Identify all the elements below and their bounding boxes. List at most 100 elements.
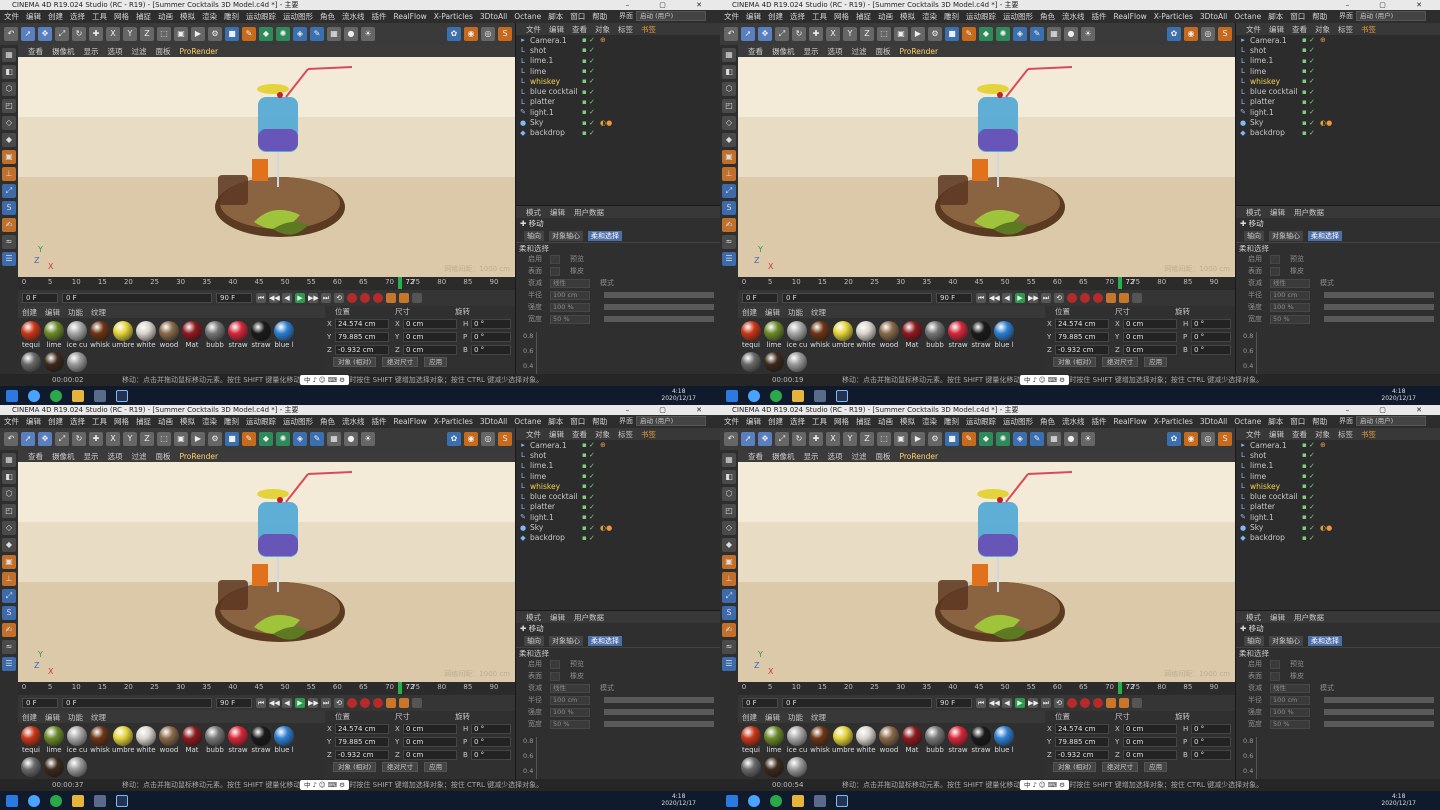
attribute-slider[interactable] — [604, 709, 714, 715]
object-manager-tab[interactable]: 书签 — [641, 429, 656, 440]
light-icon[interactable]: ☀ — [361, 432, 375, 446]
make-editable-icon[interactable]: ▦ — [722, 48, 736, 62]
layout-selector[interactable]: 界面 启动 (用户) — [619, 416, 706, 426]
attribute-value[interactable]: 50 % — [550, 314, 590, 324]
layout-selector[interactable]: 界面 启动 (用户) — [619, 11, 706, 21]
scale-icon[interactable]: ⤢ — [775, 432, 789, 446]
move-key-icon[interactable] — [386, 293, 396, 303]
floor-icon[interactable]: ▦ — [327, 432, 341, 446]
coord-system-icon[interactable]: ⬚ — [877, 27, 891, 41]
plugin-icon[interactable]: ◎ — [1201, 432, 1215, 446]
material-swatch[interactable]: straw — [250, 726, 272, 754]
light-icon[interactable]: ☀ — [1081, 27, 1095, 41]
material-tab[interactable]: 功能 — [788, 307, 803, 318]
attribute-tab[interactable]: 模式 — [526, 207, 541, 218]
end-frame-field[interactable]: 90 F — [216, 698, 252, 708]
next-frame-icon[interactable]: ▶▶ — [308, 698, 319, 708]
object-name[interactable]: shot — [530, 46, 590, 55]
viewport-menu-item[interactable]: ProRender — [180, 452, 219, 461]
material-swatch[interactable]: wood — [878, 726, 900, 754]
subdivision-icon[interactable]: ◆ — [979, 27, 993, 41]
object-name[interactable]: light.1 — [530, 513, 590, 522]
menu-item[interactable]: Octane — [1234, 12, 1261, 21]
object-row[interactable]: ▸ Camera.1 ▪ ✓ ⊕ — [1236, 440, 1440, 450]
light-icon[interactable]: ☀ — [361, 27, 375, 41]
cinema4d-icon[interactable] — [836, 389, 848, 402]
app-icon[interactable] — [94, 794, 106, 807]
visibility-check-icon[interactable]: ▪ ✓ — [582, 462, 595, 470]
object-name[interactable]: lime.1 — [1250, 56, 1310, 65]
object-name[interactable]: whiskey — [1250, 77, 1310, 86]
menu-item[interactable]: 工具 — [812, 416, 827, 427]
viewport-menu-item[interactable]: 面板 — [156, 46, 171, 57]
visibility-check-icon[interactable]: ▪ ✓ — [1302, 77, 1315, 85]
object-manager-tab[interactable]: 文件 — [1246, 24, 1261, 35]
polygons-mode-icon[interactable]: ▣ — [722, 150, 736, 164]
rotate-key-icon[interactable] — [1119, 293, 1129, 303]
object-row[interactable]: ▸ Camera.1 ▪ ✓ ⊕ — [516, 440, 720, 450]
y-axis-icon[interactable]: Y — [843, 432, 857, 446]
viewport-menu-item[interactable]: 查看 — [748, 46, 763, 57]
deformer-icon[interactable]: ◈ — [1013, 432, 1027, 446]
material-swatch[interactable]: lime — [763, 726, 785, 754]
position-field[interactable]: 24.574 cm — [335, 723, 389, 734]
object-name[interactable]: Sky — [530, 523, 590, 532]
attribute-subtab[interactable]: 对象轴心 — [549, 636, 583, 646]
object-row[interactable]: Lblue cocktail ▪ ✓ — [516, 86, 720, 96]
menu-item[interactable]: 3DtoAll — [1200, 12, 1227, 21]
start-frame-field[interactable]: 0 F — [22, 293, 58, 303]
object-manager-tab[interactable]: 文件 — [526, 429, 541, 440]
object-row[interactable]: Llime ▪ ✓ — [516, 471, 720, 481]
visibility-check-icon[interactable]: ▪ ✓ — [582, 513, 595, 521]
move-icon[interactable]: ✥ — [758, 432, 772, 446]
menu-item[interactable]: 插件 — [372, 416, 387, 427]
menu-item[interactable]: 编辑 — [746, 416, 761, 427]
menu-item[interactable]: 运动跟踪 — [246, 416, 276, 427]
material-tab[interactable]: 创建 — [742, 712, 757, 723]
size-field[interactable]: 0 cm — [1123, 749, 1177, 760]
object-row[interactable]: ✎ light.1 ▪ ✓ — [1236, 512, 1440, 522]
object-name[interactable]: lime.1 — [530, 56, 590, 65]
object-name[interactable]: blue cocktail — [530, 87, 590, 96]
material-swatch[interactable]: whisk — [809, 321, 831, 349]
x-axis-icon[interactable]: X — [106, 27, 120, 41]
object-manager-tab[interactable]: 查看 — [1292, 429, 1307, 440]
menu-item[interactable]: 捕捉 — [856, 11, 871, 22]
object-manager-tab[interactable]: 查看 — [1292, 24, 1307, 35]
move-key-icon[interactable] — [1106, 293, 1116, 303]
menu-item[interactable]: 3DtoAll — [480, 12, 507, 21]
edges-mode-icon[interactable]: ◆ — [2, 538, 16, 552]
y-axis-icon[interactable]: Y — [123, 27, 137, 41]
cube-icon[interactable]: ■ — [225, 432, 239, 446]
x-axis-icon[interactable]: X — [826, 27, 840, 41]
y-axis-icon[interactable]: Y — [123, 432, 137, 446]
menu-item[interactable]: 3DtoAll — [480, 417, 507, 426]
object-row[interactable]: ✎ light.1 ▪ ✓ — [516, 512, 720, 522]
ime-toolbar[interactable]: 中 ♪ ☺ ⌨ ⚙ — [300, 780, 349, 790]
octane-icon[interactable]: S — [498, 27, 512, 41]
visibility-check-icon[interactable]: ▪ ✓ — [1302, 46, 1315, 54]
search-icon[interactable] — [28, 794, 40, 807]
visibility-check-icon[interactable]: ▪ ✓ — [1302, 534, 1315, 542]
material-swatch[interactable] — [763, 352, 785, 372]
axis-mode-icon[interactable]: ⊥ — [2, 572, 16, 586]
coord-size-select[interactable]: 绝对尺寸 — [382, 762, 419, 772]
object-row[interactable]: Lshot ▪ ✓ — [516, 45, 720, 55]
viewport-menu-item[interactable]: 过滤 — [132, 46, 147, 57]
preview-range-field[interactable]: 0 F — [62, 293, 212, 303]
material-swatch[interactable]: straw — [227, 321, 249, 349]
menu-item[interactable]: 文件 — [4, 11, 19, 22]
points-mode-icon[interactable]: ◇ — [722, 521, 736, 535]
viewport[interactable]: Y Z X 网格间距：1000 cm — [18, 57, 515, 277]
folder-icon[interactable] — [792, 794, 804, 807]
material-swatch[interactable]: whisk — [809, 726, 831, 754]
clock[interactable]: 4:18 2020/12/17 — [661, 793, 696, 807]
loop-icon[interactable]: ⟲ — [1054, 293, 1064, 303]
pen-icon[interactable]: ✎ — [962, 27, 976, 41]
loop-icon[interactable]: ⟲ — [334, 293, 344, 303]
attribute-slider[interactable] — [1324, 709, 1434, 715]
move-icon[interactable]: ✥ — [758, 27, 772, 41]
move-icon[interactable]: ✥ — [38, 432, 52, 446]
apply-button[interactable]: 应用 — [424, 762, 448, 772]
material-swatch[interactable]: ice cu — [786, 321, 808, 349]
